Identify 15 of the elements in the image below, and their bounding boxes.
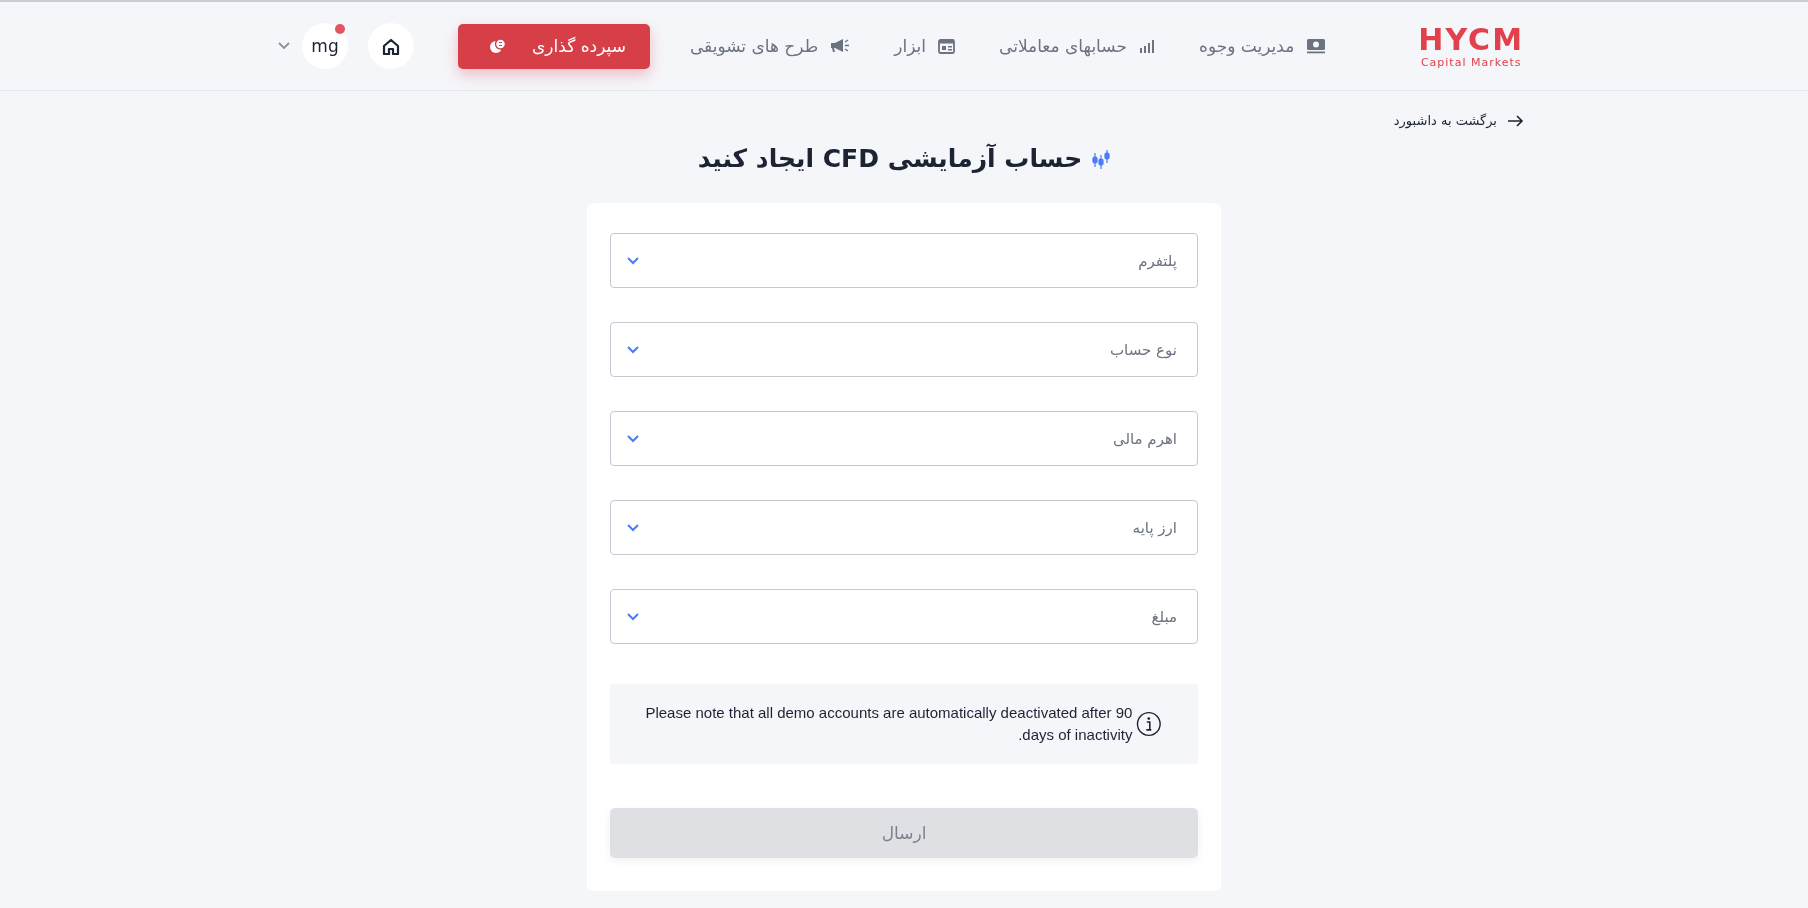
dropdown-field[interactable]: اهرم مالی xyxy=(610,411,1198,466)
user-avatar[interactable]: mg xyxy=(302,23,348,69)
note-text: Please note that all demo accounts are automatically deactivated after 90 days of inactivity. xyxy=(644,702,1133,745)
back-link[interactable]: برگشت به داشبورد xyxy=(1393,113,1524,128)
page-title: حساب آزمایشی CFD ایجاد کنید xyxy=(697,144,1083,173)
nav-link[interactable]: حسابهای معاملاتی xyxy=(999,36,1155,56)
logo[interactable]: HYCM Capital Markets xyxy=(1418,24,1524,68)
nav-link[interactable]: مدیریت وجوه xyxy=(1198,36,1327,56)
dropdown-field[interactable]: ارز پایه xyxy=(610,500,1198,555)
nav-link[interactable]: طرح های تشویقی xyxy=(689,36,851,56)
dropdown-field[interactable]: پلتفرم xyxy=(610,233,1198,288)
dropdown-field[interactable]: مبلغ xyxy=(610,589,1198,644)
nav-link[interactable]: ابزار xyxy=(894,36,955,56)
dropdown-field[interactable]: نوع حساب xyxy=(610,322,1198,377)
deposit-button[interactable]: سپرده گذاری xyxy=(458,23,650,69)
